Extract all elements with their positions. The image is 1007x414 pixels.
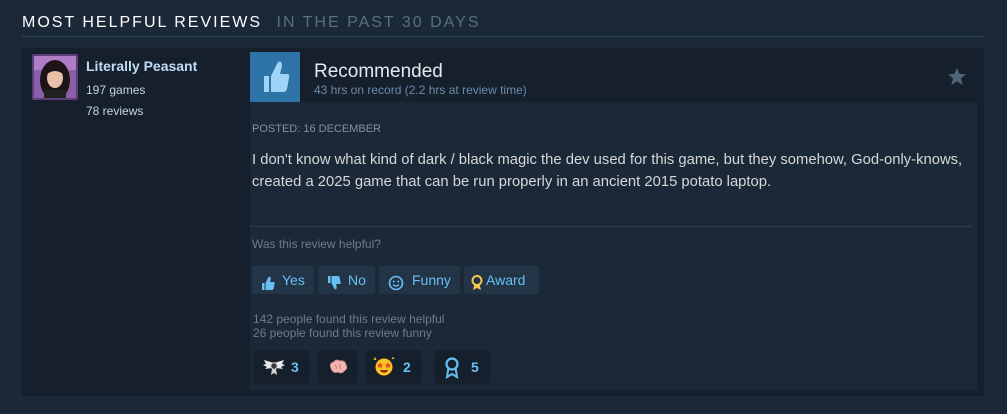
vote-no-label: No xyxy=(348,272,366,288)
vote-yes-button[interactable]: Yes xyxy=(252,266,314,294)
thumbs-down-icon xyxy=(326,272,342,300)
thumbs-up-icon xyxy=(260,272,276,300)
vote-yes-label: Yes xyxy=(282,272,305,288)
award-button[interactable]: Award xyxy=(464,266,539,294)
section-subtitle: In the past 30 days xyxy=(276,14,481,31)
author-name-link[interactable]: Literally Peasant xyxy=(86,58,197,74)
review-content: Recommended 43 hrs on record (2.2 hrs at… xyxy=(250,52,977,390)
reaction-medal[interactable]: 5 xyxy=(434,350,490,384)
review-author-panel: Literally Peasant 197 games 78 reviews xyxy=(22,48,244,396)
reaction-count: 3 xyxy=(291,359,299,375)
posted-date: Posted: 16 December xyxy=(252,123,381,135)
medal-ribbon-icon xyxy=(443,357,461,384)
verdict-title: Recommended xyxy=(314,61,443,82)
funny-count: 26 people found this review funny xyxy=(253,326,432,340)
reaction-starstruck[interactable]: 2 xyxy=(366,350,422,384)
helpful-question: Was this review helpful? xyxy=(252,237,381,251)
avatar[interactable] xyxy=(32,54,78,100)
star-icon[interactable] xyxy=(947,67,967,87)
review-card: Literally Peasant 197 games 78 reviews R… xyxy=(22,48,984,396)
vote-funny-label: Funny xyxy=(412,272,451,288)
reaction-count: 5 xyxy=(471,359,479,375)
starstruck-face-icon xyxy=(373,356,395,382)
award-medal-icon xyxy=(470,272,484,300)
reaction-count: 2 xyxy=(403,359,411,375)
author-games-link[interactable]: 197 games xyxy=(86,83,145,97)
thumbs-up-icon xyxy=(250,52,300,102)
review-body: I don't know what kind of dark / black m… xyxy=(252,152,963,190)
award-label: Award xyxy=(486,272,526,288)
hours-played: 43 hrs on record (2.2 hrs at review time… xyxy=(314,83,527,97)
smiley-icon xyxy=(388,272,404,300)
vote-no-button[interactable]: No xyxy=(318,266,375,294)
reaction-brain[interactable] xyxy=(318,350,358,384)
winged-award-icon xyxy=(262,357,286,382)
section-title: Most Helpful Reviews xyxy=(22,14,263,31)
verdict-bar: Recommended 43 hrs on record (2.2 hrs at… xyxy=(250,52,977,102)
reaction-award[interactable]: 3 xyxy=(254,350,310,384)
author-reviews-link[interactable]: 78 reviews xyxy=(86,104,143,118)
divider xyxy=(250,226,972,227)
section-header: Most Helpful Reviews In the past 30 days xyxy=(22,14,984,37)
helpful-count: 142 people found this review helpful xyxy=(253,312,445,326)
vote-funny-button[interactable]: Funny xyxy=(379,266,460,294)
brain-icon xyxy=(327,357,349,382)
